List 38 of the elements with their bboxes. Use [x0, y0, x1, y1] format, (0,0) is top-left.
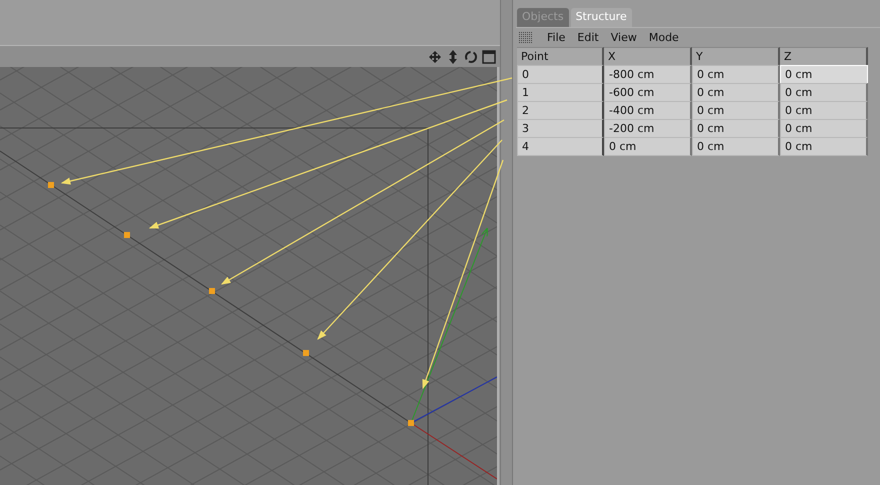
vertex-point[interactable] [408, 420, 414, 426]
vertex-point[interactable] [303, 350, 309, 356]
table-cell[interactable]: 0 cm [692, 83, 780, 102]
vertex-point[interactable] [48, 182, 54, 188]
table-cell[interactable]: -200 cm [604, 119, 692, 138]
menu-item[interactable]: Edit [571, 31, 605, 44]
table-cell[interactable]: 0 cm [780, 101, 868, 120]
table-cell[interactable]: 0 cm [692, 101, 780, 120]
maximize-icon[interactable] [482, 50, 496, 64]
column-header[interactable]: Y [692, 47, 780, 65]
table-cell[interactable]: 0 cm [780, 119, 868, 138]
table-cell[interactable]: -600 cm [604, 83, 692, 102]
table-cell[interactable]: 0 cm [692, 137, 780, 156]
table-cell: 3 [517, 119, 604, 138]
vertex-point[interactable] [124, 232, 130, 238]
table-cell: 0 [517, 65, 604, 84]
grip-icon[interactable] [519, 32, 533, 44]
table-cell: 4 [517, 137, 604, 156]
vertical-arrows-icon[interactable] [446, 50, 460, 64]
rotate-icon[interactable] [464, 50, 478, 64]
table-cell[interactable]: -400 cm [604, 101, 692, 120]
table-cell: 1 [517, 83, 604, 102]
table-cell[interactable]: 0 cm [692, 119, 780, 138]
column-header[interactable]: X [604, 47, 692, 65]
menu-item[interactable]: File [541, 31, 572, 44]
table-cell[interactable]: 0 cm [604, 137, 692, 156]
table-cell[interactable]: 0 cm [780, 137, 868, 156]
menu-item[interactable]: View [604, 31, 643, 44]
vertex-point[interactable] [209, 288, 215, 294]
move-icon[interactable] [428, 50, 442, 64]
column-header[interactable]: Point [517, 47, 604, 65]
table-cell[interactable]: 0 cm [780, 83, 868, 102]
column-header[interactable]: Z [780, 47, 868, 65]
table-cell: 2 [517, 101, 604, 120]
table-cell[interactable]: 0 cm [692, 65, 780, 84]
menu-item[interactable]: Mode [642, 31, 685, 44]
table-cell[interactable]: 0 cm [780, 65, 868, 84]
table-cell[interactable]: -800 cm [604, 65, 692, 84]
